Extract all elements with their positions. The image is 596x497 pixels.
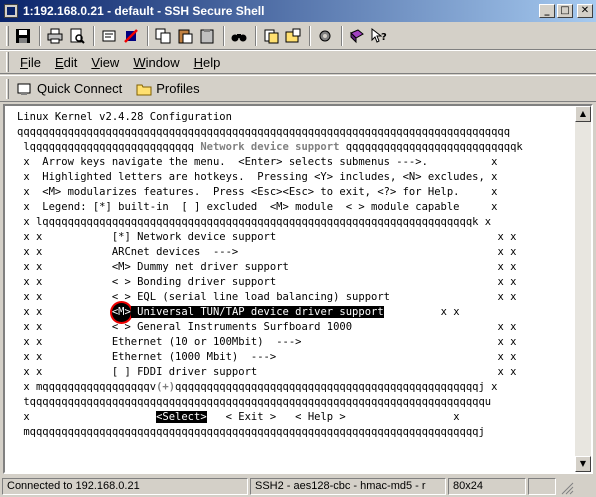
toolbar-separator: [39, 25, 41, 46]
toolbar-separator: [223, 25, 225, 46]
quick-connect-icon: [17, 83, 31, 95]
status-cipher: SSH2 - aes128-cbc - hmac-md5 - r: [250, 478, 446, 495]
file-transfer-icon[interactable]: [261, 26, 281, 46]
select-button[interactable]: <Select>: [156, 411, 207, 423]
terminal-frame: Linux Kernel v2.4.28 Configuration qqqqq…: [3, 104, 593, 474]
title-bar[interactable]: 1:192.168.0.21 - default - SSH Secure Sh…: [0, 0, 596, 22]
menu-bar: File Edit View Window Help: [0, 50, 596, 74]
menuconfig-top-border: qqqqqqqqqqqqqqqqqqqqqqqqqqqqqqqqqqqqqqqq…: [17, 126, 511, 138]
folder-icon: [136, 84, 152, 95]
status-connection: Connected to 192.168.0.21: [2, 478, 248, 495]
menu-inner-bottom-border: x mqqqqqqqqqqqqqqqqqv(+)qqqqqqqqqqqqqqqq…: [17, 381, 498, 393]
help-text-line: x Arrow keys navigate the menu. <Enter> …: [17, 156, 498, 168]
menuconfig-title-row: lqqqqqqqqqqqqqqqqqqqqqqqqqq Network devi…: [17, 141, 523, 153]
whats-this-help-icon[interactable]: ?: [369, 26, 389, 46]
quick-connect-icon[interactable]: [99, 26, 119, 46]
disconnect-icon[interactable]: [121, 26, 141, 46]
toolbar-separator: [341, 25, 343, 46]
print-preview-icon[interactable]: [67, 26, 87, 46]
menu-edit[interactable]: Edit: [48, 55, 84, 70]
toolbar-separator: [93, 25, 95, 46]
menuconfig-buttons-row: x <Select> < Exit > < Help > x: [17, 411, 460, 423]
help-text-line: x <M> modularizes features. Press <Esc><…: [17, 186, 498, 198]
menuconfig-bottom-border: mqqqqqqqqqqqqqqqqqqqqqqqqqqqqqqqqqqqqqqq…: [17, 426, 485, 438]
terminal-scrollbar[interactable]: ▲ ▼: [575, 106, 591, 472]
exit-button[interactable]: < Exit >: [226, 411, 277, 423]
menu-view[interactable]: View: [84, 55, 126, 70]
toolbar-separator: [147, 25, 149, 46]
new-file-transfer-icon[interactable]: [283, 26, 303, 46]
find-icon[interactable]: [229, 26, 249, 46]
profilesbar-grip[interactable]: [6, 78, 9, 99]
quick-connect-button[interactable]: Quick Connect: [13, 81, 126, 97]
menuconfig-separator: tqqqqqqqqqqqqqqqqqqqqqqqqqqqqqqqqqqqqqqq…: [17, 396, 492, 408]
menu-option-arcnet-devices[interactable]: x x ARCnet devices ---> x x: [17, 245, 575, 260]
terminal-header: Linux Kernel v2.4.28 Configuration: [17, 111, 232, 123]
menuconfig-title: Network device support: [200, 141, 340, 153]
profiles-button[interactable]: Profiles: [132, 81, 203, 97]
maximize-button[interactable]: □: [557, 4, 573, 18]
resize-grip-icon[interactable]: [558, 479, 574, 495]
menu-window[interactable]: Window: [126, 55, 186, 70]
ssh-app-icon[interactable]: [4, 4, 18, 18]
menu-option-eql[interactable]: x x < > EQL (serial line load balancing)…: [17, 290, 575, 305]
copy-icon[interactable]: [153, 26, 173, 46]
status-lock: [528, 478, 556, 495]
minimize-button[interactable]: _: [539, 4, 555, 18]
menu-option-network-device-support[interactable]: x x [*] Network device support x x: [17, 230, 575, 245]
menu-inner-top-border: x lqqqqqqqqqqqqqqqqqqqqqqqqqqqqqqqqqqqqq…: [17, 216, 492, 228]
scroll-down-icon[interactable]: ▼: [575, 456, 591, 472]
svg-text:?: ?: [381, 32, 387, 43]
window-title: 1:192.168.0.21 - default - SSH Secure Sh…: [23, 4, 265, 18]
help-text-line: x Legend: [*] built-in [ ] excluded <M> …: [17, 201, 498, 213]
status-bar: Connected to 192.168.0.21 SSH2 - aes128-…: [0, 476, 596, 497]
menu-file[interactable]: File: [13, 55, 48, 70]
menu-option-fddi[interactable]: x x [ ] FDDI driver support x x: [17, 365, 575, 380]
print-icon[interactable]: [45, 26, 65, 46]
help-button[interactable]: < Help >: [295, 411, 346, 423]
menubar-grip[interactable]: [6, 52, 9, 72]
menu-option-ethernet-10-100[interactable]: x x Ethernet (10 or 100Mbit) ---> x x: [17, 335, 575, 350]
menu-help[interactable]: Help: [187, 55, 228, 70]
menu-option-tun-tap-selected[interactable]: x x <M> Universal TUN/TAP device driver …: [17, 301, 575, 324]
more-indicator: (+): [156, 381, 176, 393]
paste-icon[interactable]: [175, 26, 195, 46]
menu-option-dummy-net-driver[interactable]: x x <M> Dummy net driver support x x: [17, 260, 575, 275]
settings-icon[interactable]: [315, 26, 335, 46]
toolbar-separator: [309, 25, 311, 46]
scroll-up-icon[interactable]: ▲: [575, 106, 591, 122]
toolbar: ?: [0, 22, 596, 50]
help-text-line: x Highlighted letters are hotkeys. Press…: [17, 171, 498, 183]
terminal-screen[interactable]: Linux Kernel v2.4.28 Configuration qqqqq…: [5, 106, 575, 472]
toolbar-separator: [255, 25, 257, 46]
save-icon[interactable]: [13, 26, 33, 46]
paste-document-icon[interactable]: [197, 26, 217, 46]
menu-option-surfboard[interactable]: x x < > General Instruments Surfboard 10…: [17, 320, 575, 335]
menu-option-bonding-driver[interactable]: x x < > Bonding driver support x x: [17, 275, 575, 290]
status-terminal-size: 80x24: [448, 478, 526, 495]
toolbar-grip[interactable]: [6, 25, 9, 46]
profiles-bar: Quick Connect Profiles: [0, 75, 596, 102]
help-book-icon[interactable]: [347, 26, 367, 46]
menu-option-ethernet-1000[interactable]: x x Ethernet (1000 Mbit) ---> x x: [17, 350, 575, 365]
close-button[interactable]: ✕: [577, 4, 593, 18]
